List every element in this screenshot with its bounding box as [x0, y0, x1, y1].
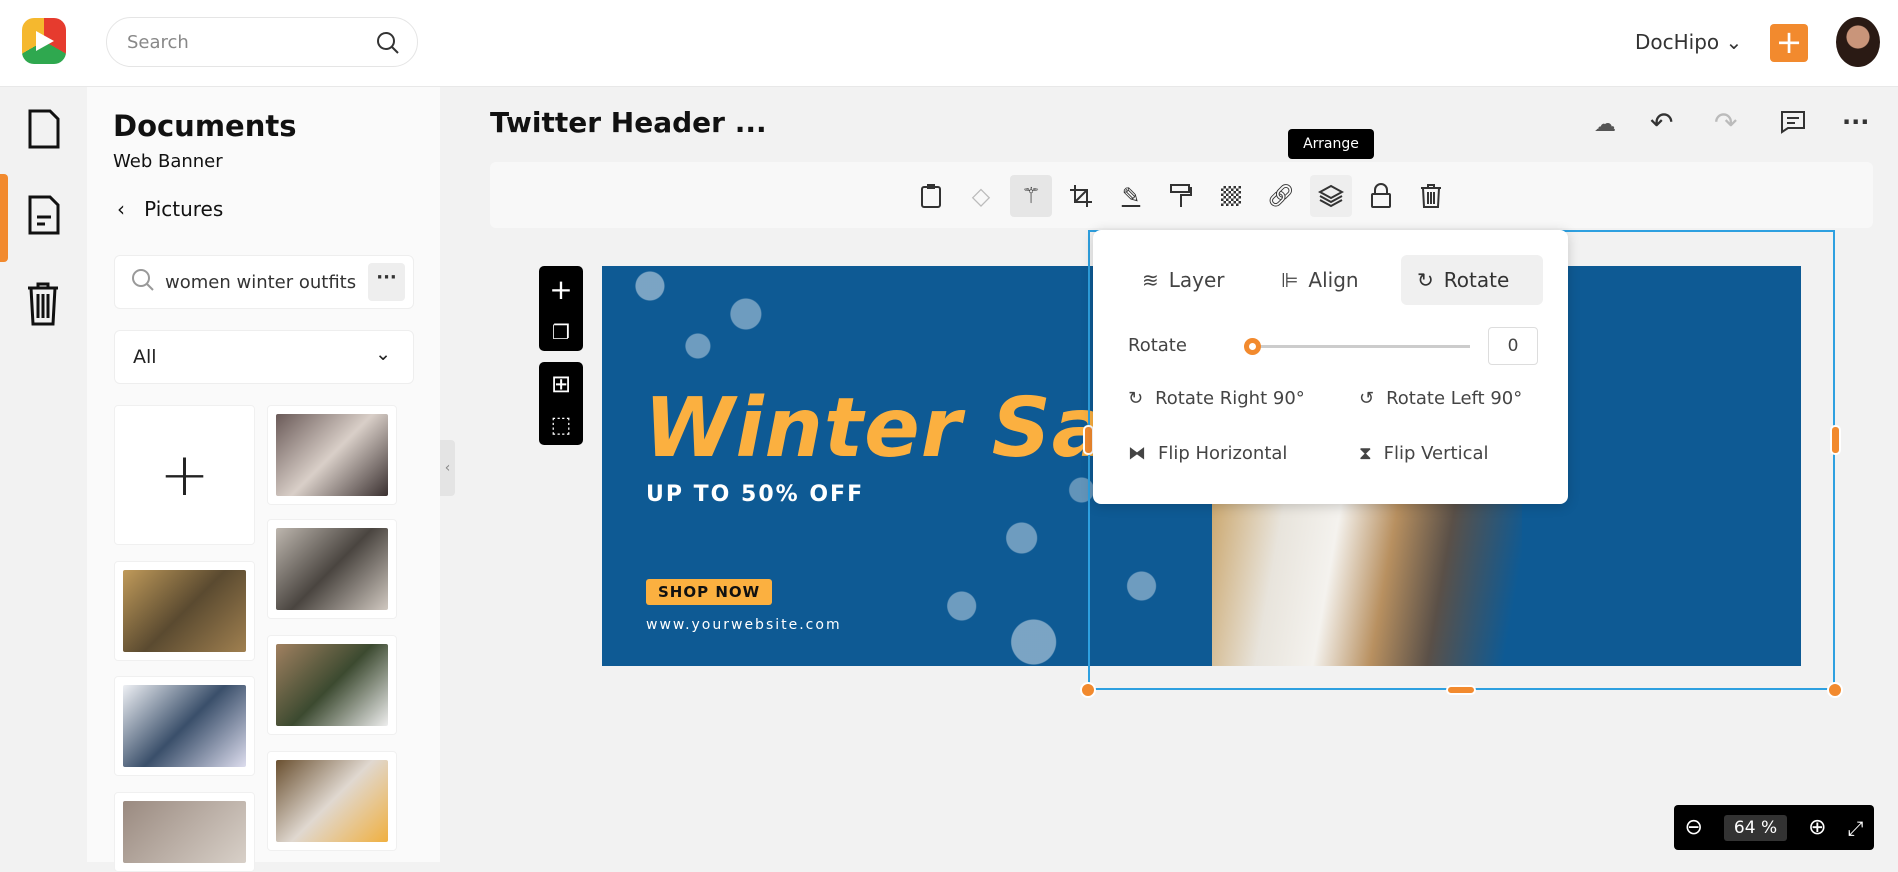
- tab-layer[interactable]: ≋ Layer: [1126, 255, 1241, 305]
- resize-handle[interactable]: [1830, 425, 1841, 455]
- rotate-right-button[interactable]: ↻ Rotate Right 90°: [1128, 388, 1305, 409]
- avatar[interactable]: [1836, 17, 1880, 67]
- crop-icon[interactable]: [1060, 175, 1102, 217]
- link-icon[interactable]: 🔗︎: [1260, 175, 1302, 217]
- duplicate-icon[interactable]: ❐: [552, 320, 570, 344]
- documents-panel: Documents Web Banner ‹ Pictures women wi…: [87, 87, 440, 872]
- flip-vertical-button[interactable]: ⧗ Flip Vertical: [1359, 443, 1489, 464]
- back-to-pictures[interactable]: ‹ Pictures: [117, 197, 223, 221]
- resize-handle[interactable]: [1080, 682, 1096, 698]
- layers-icon: ≋: [1142, 268, 1159, 292]
- more-options-button[interactable]: ···: [368, 263, 405, 301]
- rotate-right-icon: ↻: [1128, 388, 1144, 409]
- flip-horizontal-button[interactable]: ⧓ Flip Horizontal: [1128, 443, 1287, 464]
- document-title[interactable]: Twitter Header ...: [490, 106, 767, 139]
- rotate-value-input[interactable]: 0: [1488, 327, 1538, 365]
- more-menu-icon[interactable]: ···: [1842, 108, 1869, 136]
- create-button[interactable]: +: [1770, 24, 1808, 62]
- plus-icon[interactable]: +: [549, 273, 572, 306]
- dochipo-logo[interactable]: [22, 18, 66, 64]
- transparency-icon[interactable]: [1210, 175, 1252, 217]
- rotate-left-icon: ↺: [1359, 388, 1375, 409]
- left-rail: [0, 87, 87, 862]
- comment-icon[interactable]: [1780, 110, 1806, 138]
- arrange-popup: ≋ Layer ⊫ Align ↻ Rotate Rotate 0 ↻ Rotate R…: [1093, 230, 1568, 504]
- picture-thumbnail[interactable]: [267, 751, 397, 851]
- resize-handle[interactable]: [1446, 685, 1476, 695]
- picture-search-input[interactable]: women winter outfits ···: [114, 255, 414, 309]
- tab-rotate[interactable]: ↻ Rotate: [1401, 255, 1543, 305]
- new-document-icon[interactable]: [28, 109, 60, 153]
- chevron-down-icon: ⌄: [375, 343, 391, 365]
- filter-select[interactable]: All ⌄: [114, 330, 414, 384]
- rotate-left-button[interactable]: ↺ Rotate Left 90°: [1359, 388, 1522, 409]
- pen-icon[interactable]: ✎: [1110, 175, 1152, 217]
- search-input[interactable]: Search: [106, 17, 418, 67]
- search-icon[interactable]: [375, 30, 401, 61]
- rotate-label: Rotate: [1128, 335, 1187, 356]
- flip-vertical-icon: ⧗: [1359, 443, 1372, 464]
- slider-thumb[interactable]: [1244, 338, 1261, 355]
- zoom-level[interactable]: 64 %: [1723, 814, 1788, 841]
- search-icon: [131, 268, 155, 297]
- banner-offer[interactable]: UP TO 50% OFF: [646, 482, 864, 507]
- add-element-toolbar: + ❐: [539, 266, 583, 351]
- eraser-icon[interactable]: ◇: [960, 175, 1002, 217]
- resize-handle[interactable]: [1827, 682, 1843, 698]
- upload-picture-button[interactable]: +: [114, 405, 255, 545]
- picture-thumbnail[interactable]: [267, 519, 397, 619]
- cloud-save-icon[interactable]: ☁: [1594, 112, 1616, 137]
- shop-now-button[interactable]: SHOP NOW: [646, 579, 773, 605]
- picture-thumbnail[interactable]: [114, 792, 255, 872]
- layers-icon[interactable]: [1310, 175, 1352, 217]
- redo-icon[interactable]: ↷: [1714, 106, 1737, 139]
- flip-horizontal-icon: ⧓: [1128, 443, 1146, 464]
- select-area-icon[interactable]: ⬚: [551, 413, 572, 438]
- grid-icon[interactable]: ⊞: [551, 370, 571, 398]
- rotate-slider[interactable]: [1244, 338, 1470, 355]
- active-indicator: [0, 174, 8, 262]
- arrange-tooltip: Arrange: [1288, 129, 1374, 159]
- zoom-out-icon[interactable]: ⊖: [1684, 815, 1702, 840]
- top-header: Search DocHipo ⌄ +: [0, 0, 1898, 87]
- paint-roller-icon[interactable]: [1160, 175, 1202, 217]
- grid-toolbar: ⊞ ⬚: [539, 362, 583, 445]
- picture-thumbnail[interactable]: [267, 405, 397, 505]
- picture-thumbnail[interactable]: [114, 561, 255, 661]
- undo-icon[interactable]: ↶: [1650, 106, 1673, 139]
- zoom-in-icon[interactable]: ⊕: [1808, 815, 1826, 840]
- panel-subtitle: Web Banner: [113, 151, 223, 172]
- panel-title: Documents: [113, 109, 297, 143]
- zoom-control: ⊖ 64 % ⊕ ⤢: [1674, 805, 1874, 850]
- banner-website[interactable]: www.yourwebsite.com: [646, 617, 842, 633]
- element-toolbar: ◇ ⚚ ✎ 🔗︎: [490, 162, 1873, 228]
- picture-thumbnail[interactable]: [267, 635, 397, 735]
- align-left-icon: ⊫: [1281, 268, 1299, 292]
- clipboard-icon[interactable]: [910, 175, 952, 217]
- rotate-icon: ↻: [1417, 268, 1434, 292]
- documents-icon[interactable]: [28, 195, 60, 239]
- account-menu[interactable]: DocHipo ⌄: [1635, 30, 1742, 54]
- chevron-down-icon: ⌄: [1725, 30, 1743, 54]
- tab-align[interactable]: ⊫ Align: [1265, 255, 1375, 305]
- fullscreen-icon[interactable]: ⤢: [1847, 816, 1863, 840]
- trash-icon[interactable]: [26, 282, 60, 330]
- lock-icon[interactable]: [1360, 175, 1402, 217]
- chevron-left-icon: ‹: [117, 197, 125, 221]
- picture-thumbnail[interactable]: [114, 676, 255, 776]
- trash-icon[interactable]: [1410, 175, 1452, 217]
- magic-wand-icon[interactable]: ⚚: [1010, 175, 1052, 217]
- collapse-panel-handle[interactable]: ‹: [440, 440, 455, 496]
